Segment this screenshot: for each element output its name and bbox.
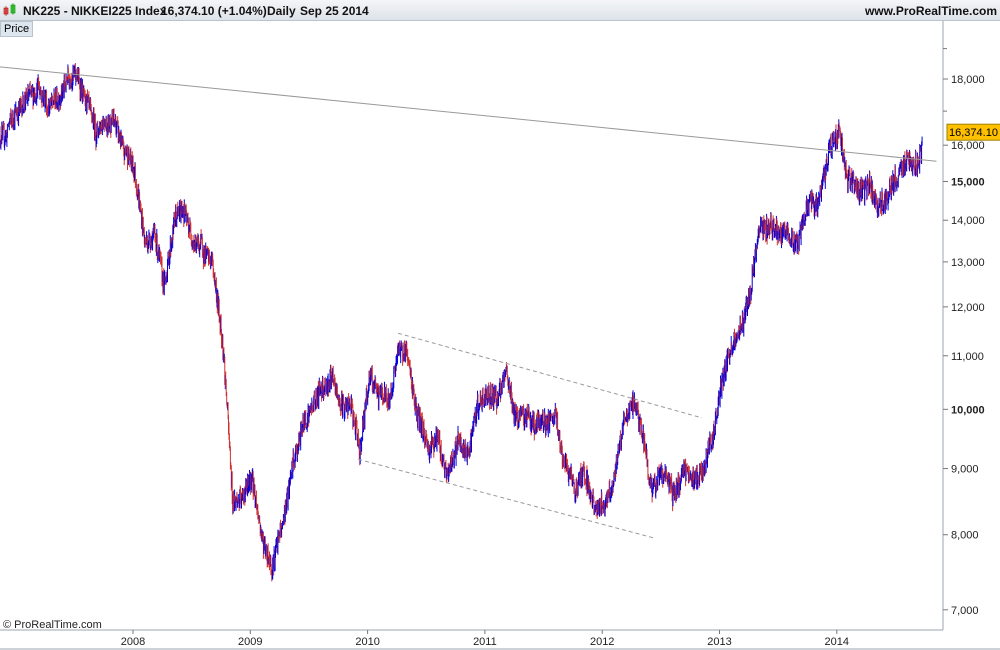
y-tick-label: 11,000 <box>951 351 984 363</box>
x-tick-label: 2009 <box>238 636 262 648</box>
y-tick-label: 7,000 <box>951 605 979 617</box>
price-chart[interactable]: 7,000 8,000 9,000 10,000 11,000 12,000 13,000 1… <box>0 0 1000 650</box>
x-tick-label: 2013 <box>707 636 731 648</box>
y-tick-label: 8,000 <box>951 530 979 542</box>
y-tick-label: 16,000 <box>951 140 985 152</box>
y-tick-label: 13,000 <box>951 257 985 269</box>
x-tick-label: 2010 <box>355 636 379 648</box>
copyright-text: © ProRealTime.com <box>3 619 102 631</box>
trendline <box>397 332 703 419</box>
y-tick-label: 10,000 <box>951 404 985 416</box>
x-tick-label: 2011 <box>473 636 497 648</box>
y-tick-label: 9,000 <box>951 464 979 476</box>
y-tick-label: 12,000 <box>951 302 985 314</box>
y-tick-label: 15,000 <box>951 176 985 188</box>
y-tick-label: 14,000 <box>951 215 985 227</box>
x-tick-label: 2012 <box>590 636 614 648</box>
y-tick-label: 18,000 <box>951 74 985 86</box>
x-tick-label: 2014 <box>825 636 849 648</box>
last-price-label: 16,374.10 <box>949 127 998 139</box>
x-tick-label: 2008 <box>121 636 145 648</box>
trendline <box>0 66 937 162</box>
